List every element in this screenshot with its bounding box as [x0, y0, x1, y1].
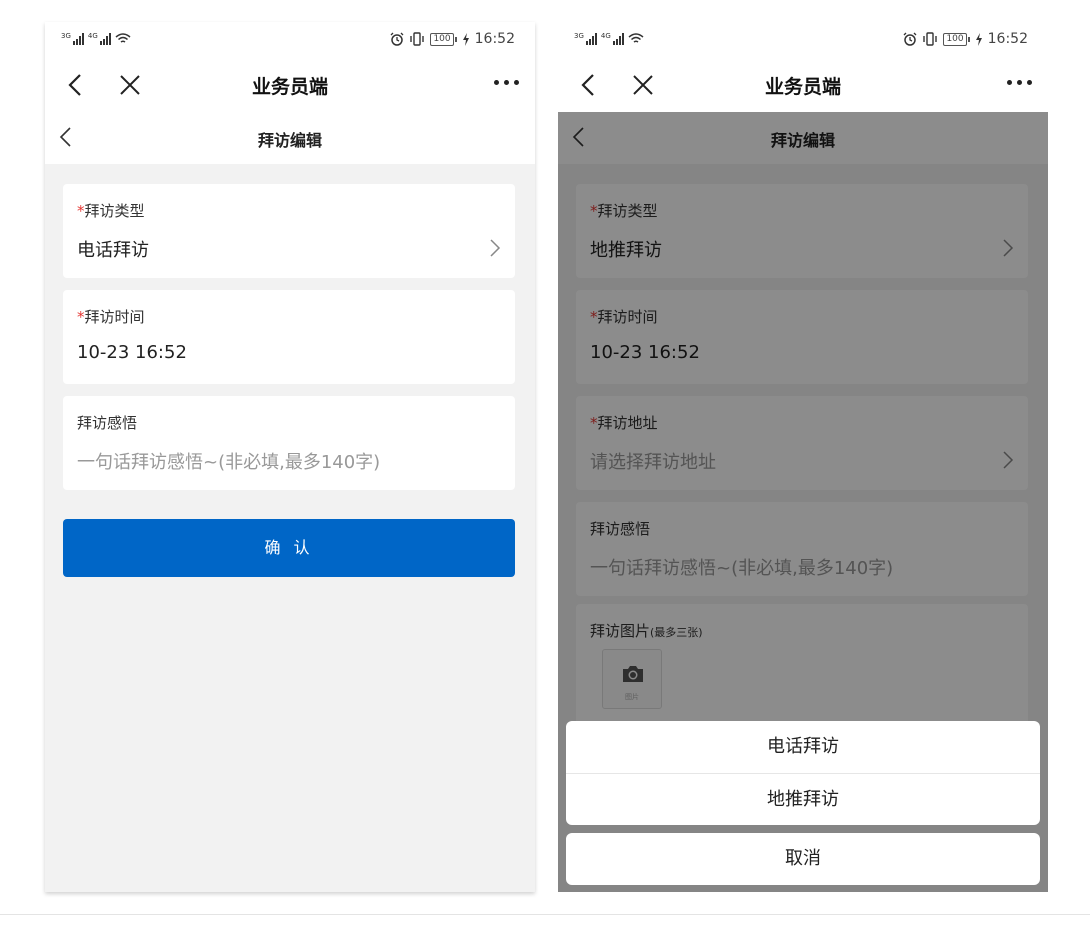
action-sheet: 电话拜访 地推拜访	[566, 721, 1040, 825]
visit-thoughts-field[interactable]: 拜访感悟 一句话拜访感悟~(非必填,最多140字)	[63, 396, 515, 490]
visit-thoughts-input[interactable]: 一句话拜访感悟~(非必填,最多140字)	[77, 448, 380, 474]
app-title: 业务员端	[764, 76, 841, 98]
alarm-icon	[390, 32, 404, 46]
page-header: 拜访编辑	[45, 112, 535, 164]
visit-type-field[interactable]: *拜访类型 电话拜访	[63, 184, 515, 278]
battery-icon: 100	[430, 32, 457, 46]
phone-screen-right: 3G 4G 100 16:52 业务员端 拜访编辑 *拜访类型 地推拜访 *拜访…	[558, 22, 1048, 892]
charging-icon	[462, 32, 469, 46]
confirm-button[interactable]: 确 认	[63, 519, 515, 577]
app-navbar: 业务员端	[45, 58, 535, 112]
signal-icon: 4G	[601, 33, 624, 45]
action-sheet-option[interactable]: 电话拜访	[566, 721, 1040, 773]
clock-time: 16:52	[474, 31, 515, 47]
app-title: 业务员端	[251, 76, 328, 98]
visit-time-field[interactable]: *拜访时间 10-23 16:52	[63, 290, 515, 384]
field-label: 拜访感悟	[77, 414, 138, 432]
battery-icon: 100	[943, 32, 970, 46]
wifi-icon	[628, 33, 644, 43]
signal-icon: 3G	[61, 33, 84, 45]
visit-type-value: 电话拜访	[77, 240, 149, 261]
vibrate-icon	[923, 32, 938, 46]
wifi-icon	[115, 33, 131, 43]
charging-icon	[975, 32, 982, 46]
phone-screen-left: 3G 4G 100 16:52 业务员端 拜访编辑 *拜访类型 电话拜访 *拜访…	[45, 22, 535, 892]
status-bar: 3G 4G 100 16:52	[558, 22, 1048, 58]
app-navbar: 业务员端	[558, 58, 1048, 112]
divider	[0, 914, 1090, 915]
more-icon[interactable]	[1007, 80, 1032, 85]
visit-time-value: 10-23 16:52	[77, 342, 187, 363]
alarm-icon	[903, 32, 917, 46]
clock-time: 16:52	[987, 31, 1028, 47]
action-sheet-cancel: 取消	[566, 833, 1040, 885]
cancel-button[interactable]: 取消	[566, 833, 1040, 885]
field-label: 拜访时间	[84, 308, 145, 326]
more-icon[interactable]	[494, 80, 519, 85]
chevron-right-icon	[490, 239, 501, 257]
field-label: 拜访类型	[84, 202, 145, 220]
vibrate-icon	[410, 32, 425, 46]
signal-icon: 4G	[88, 33, 111, 45]
status-bar: 3G 4G 100 16:52	[45, 22, 535, 58]
page-title: 拜访编辑	[257, 131, 322, 150]
signal-icon: 3G	[574, 33, 597, 45]
action-sheet-option[interactable]: 地推拜访	[566, 773, 1040, 825]
